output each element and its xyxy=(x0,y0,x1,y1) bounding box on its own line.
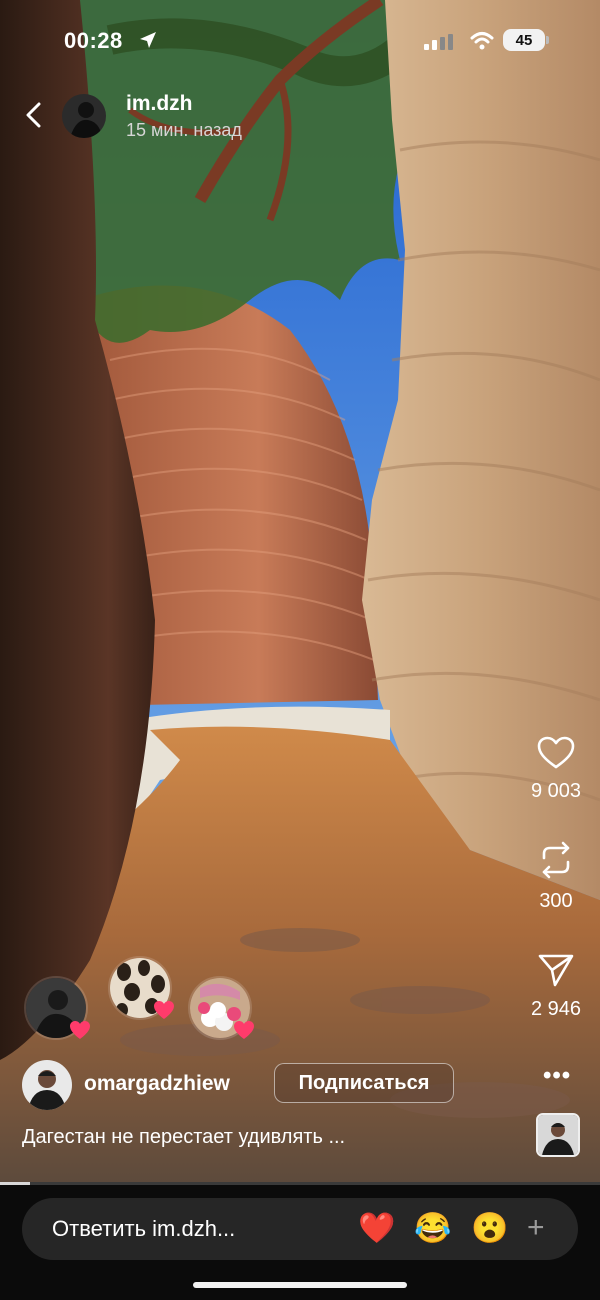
story-time-ago: 15 мин. назад xyxy=(126,120,242,140)
like-count: 9 003 xyxy=(530,780,582,802)
audio-thumbnail[interactable] xyxy=(536,1113,580,1157)
story-username[interactable]: im.dzh xyxy=(126,92,193,116)
quick-reaction-laugh[interactable]: 😂 xyxy=(414,1210,452,1248)
wifi-icon xyxy=(470,32,494,50)
post-caption[interactable]: Дагестан не перестает удивлять ... xyxy=(22,1126,345,1149)
story-media[interactable] xyxy=(0,0,600,1185)
battery-indicator: 45 xyxy=(503,29,545,51)
share-action: 2 946 xyxy=(516,952,596,1021)
story-progress-bar xyxy=(0,1182,600,1185)
heart-badge-icon xyxy=(234,1021,254,1039)
follow-button[interactable]: Подписаться xyxy=(274,1063,454,1103)
story-progress-fill xyxy=(0,1182,30,1185)
send-icon[interactable] xyxy=(537,952,575,988)
repost-icon[interactable] xyxy=(538,840,574,880)
reply-bar: ❤️ 😂 😮 + xyxy=(22,1198,578,1260)
status-bar: 00:28 45 xyxy=(0,0,600,80)
quick-reaction-heart[interactable]: ❤️ xyxy=(358,1210,396,1248)
location-arrow-icon xyxy=(140,32,156,48)
more-icon[interactable]: ••• xyxy=(543,1062,571,1090)
reply-input[interactable] xyxy=(52,1198,352,1260)
repost-count: 300 xyxy=(539,890,573,912)
signal-icon xyxy=(424,34,453,50)
heart-icon[interactable] xyxy=(537,736,575,770)
share-count: 2 946 xyxy=(530,998,582,1020)
heart-badge-icon xyxy=(154,1001,174,1019)
status-time: 00:28 xyxy=(64,28,123,53)
plus-icon[interactable]: + xyxy=(527,1211,545,1245)
author-avatar[interactable] xyxy=(22,1060,72,1110)
battery-level: 45 xyxy=(515,31,533,49)
heart-badge-icon xyxy=(70,1021,90,1039)
story-header: im.dzh 15 мин. назад xyxy=(0,92,600,142)
battery-nub xyxy=(546,36,549,44)
canyon-photo xyxy=(0,0,600,1185)
quick-reaction-wow[interactable]: 😮 xyxy=(471,1210,509,1248)
home-indicator xyxy=(193,1282,407,1288)
repost-action: 300 xyxy=(516,840,596,913)
story-avatar[interactable] xyxy=(62,94,106,138)
like-action: 9 003 xyxy=(516,736,596,803)
back-chevron-icon[interactable] xyxy=(22,100,46,130)
author-username[interactable]: omargadzhiew xyxy=(84,1072,230,1096)
